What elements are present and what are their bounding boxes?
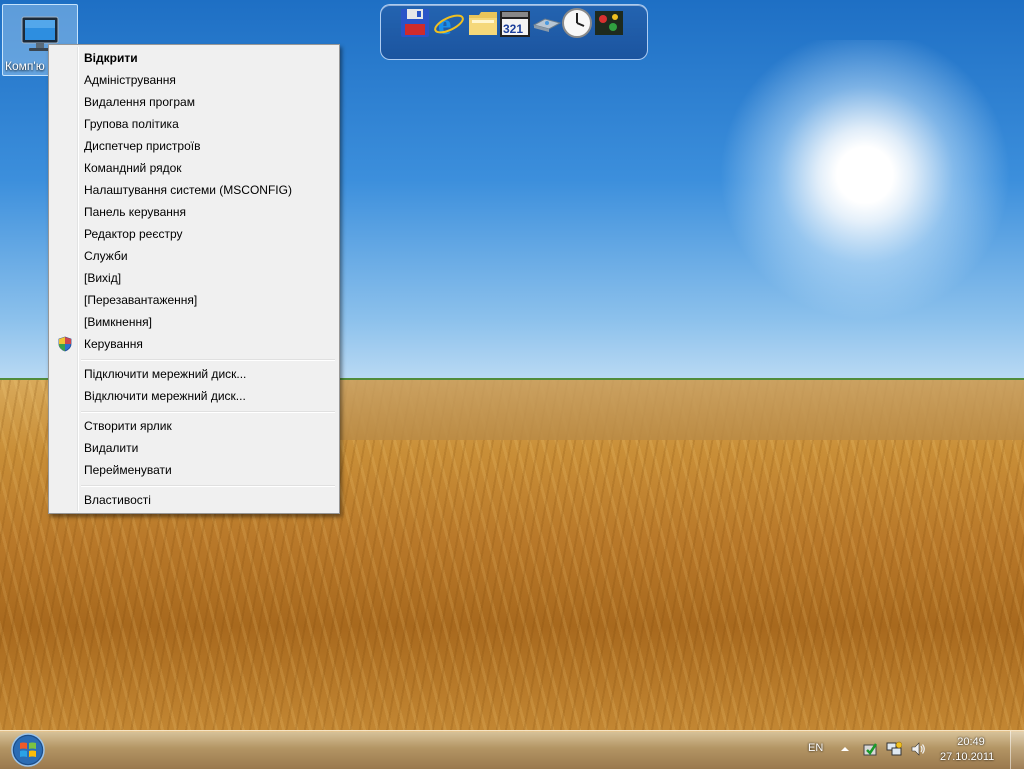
menu-item-label: Видалити xyxy=(84,441,139,455)
menu-item-open[interactable]: Відкрити xyxy=(51,47,337,69)
menu-item-group-policy[interactable]: Групова політика xyxy=(51,113,337,135)
svg-text:321: 321 xyxy=(503,22,523,36)
clock-icon[interactable] xyxy=(561,7,593,39)
menu-item-command-prompt[interactable]: Командний рядок xyxy=(51,157,337,179)
menu-item-label: Відключити мережний диск... xyxy=(84,389,246,403)
menu-item-label: Групова політика xyxy=(84,117,179,131)
clock-date[interactable]: 27.10.2011 xyxy=(940,751,994,763)
menu-item-label: Підключити мережний диск... xyxy=(84,367,247,381)
top-dock-bar: e 321 xyxy=(380,4,648,60)
wallpaper-field-horizon xyxy=(340,380,1024,440)
menu-item-label: [Вимкнення] xyxy=(84,315,152,329)
menu-item-label: [Вихід] xyxy=(84,271,122,285)
floppy-save-icon[interactable] xyxy=(399,7,431,39)
action-center-icon[interactable] xyxy=(862,741,878,757)
volume-icon[interactable] xyxy=(910,741,926,757)
menu-item-restart[interactable]: [Перезавантаження] xyxy=(51,289,337,311)
menu-item-label: Командний рядок xyxy=(84,161,182,175)
menu-item-create-shortcut[interactable]: Створити ярлик xyxy=(51,415,337,437)
menu-item-delete[interactable]: Видалити xyxy=(51,437,337,459)
menu-item-label: [Перезавантаження] xyxy=(84,293,198,307)
menu-separator xyxy=(81,359,335,361)
ie-icon[interactable]: e xyxy=(433,7,465,39)
menu-item-shutdown[interactable]: [Вимкнення] xyxy=(51,311,337,333)
menu-item-label: Адміністрування xyxy=(84,73,176,87)
menu-item-uninstall-programs[interactable]: Видалення програм xyxy=(51,91,337,113)
menu-item-label: Керування xyxy=(84,337,143,351)
menu-item-services[interactable]: Служби xyxy=(51,245,337,267)
menu-item-properties[interactable]: Властивості xyxy=(51,489,337,511)
context-menu: Відкрити Адміністрування Видалення прогр… xyxy=(48,44,340,514)
menu-item-device-manager[interactable]: Диспетчер пристроїв xyxy=(51,135,337,157)
menu-item-label: Налаштування системи (MSCONFIG) xyxy=(84,183,292,197)
menu-item-registry-editor[interactable]: Редактор реєстру xyxy=(51,223,337,245)
menu-item-manage[interactable]: Керування xyxy=(51,333,337,355)
menu-item-label: Відкрити xyxy=(84,51,138,65)
media-center-icon[interactable] xyxy=(593,7,625,39)
media-player-321-icon[interactable]: 321 xyxy=(499,7,531,39)
folder-icon[interactable] xyxy=(467,7,499,39)
menu-item-map-network-drive[interactable]: Підключити мережний диск... xyxy=(51,363,337,385)
menu-item-label: Перейменувати xyxy=(84,463,172,477)
start-button[interactable] xyxy=(4,731,52,769)
menu-item-label: Панель керування xyxy=(84,205,187,219)
taskbar: EN 20:49 27.10.2011 xyxy=(0,730,1024,769)
wallpaper-sun xyxy=(700,40,1024,340)
shield-icon xyxy=(58,336,72,352)
menu-item-rename[interactable]: Перейменувати xyxy=(51,459,337,481)
menu-item-msconfig[interactable]: Налаштування системи (MSCONFIG) xyxy=(51,179,337,201)
menu-item-administration[interactable]: Адміністрування xyxy=(51,69,337,91)
menu-item-label: Створити ярлик xyxy=(84,419,172,433)
menu-item-label: Видалення програм xyxy=(84,95,195,109)
menu-item-label: Редактор реєстру xyxy=(84,227,183,241)
network-icon[interactable] xyxy=(886,741,902,757)
show-desktop-button[interactable] xyxy=(1010,731,1024,769)
menu-item-control-panel[interactable]: Панель керування xyxy=(51,201,337,223)
network-icon[interactable] xyxy=(531,7,563,39)
menu-separator xyxy=(81,485,335,487)
menu-item-label: Служби xyxy=(84,249,128,263)
menu-item-label: Диспетчер пристроїв xyxy=(84,139,201,153)
menu-item-disconnect-network-drive[interactable]: Відключити мережний диск... xyxy=(51,385,337,407)
menu-item-logoff[interactable]: [Вихід] xyxy=(51,267,337,289)
show-hidden-icons-arrow[interactable] xyxy=(840,744,850,754)
menu-item-label: Властивості xyxy=(84,493,151,507)
language-indicator[interactable]: EN xyxy=(808,742,823,754)
menu-separator xyxy=(81,411,335,413)
clock-time[interactable]: 20:49 xyxy=(954,736,988,748)
